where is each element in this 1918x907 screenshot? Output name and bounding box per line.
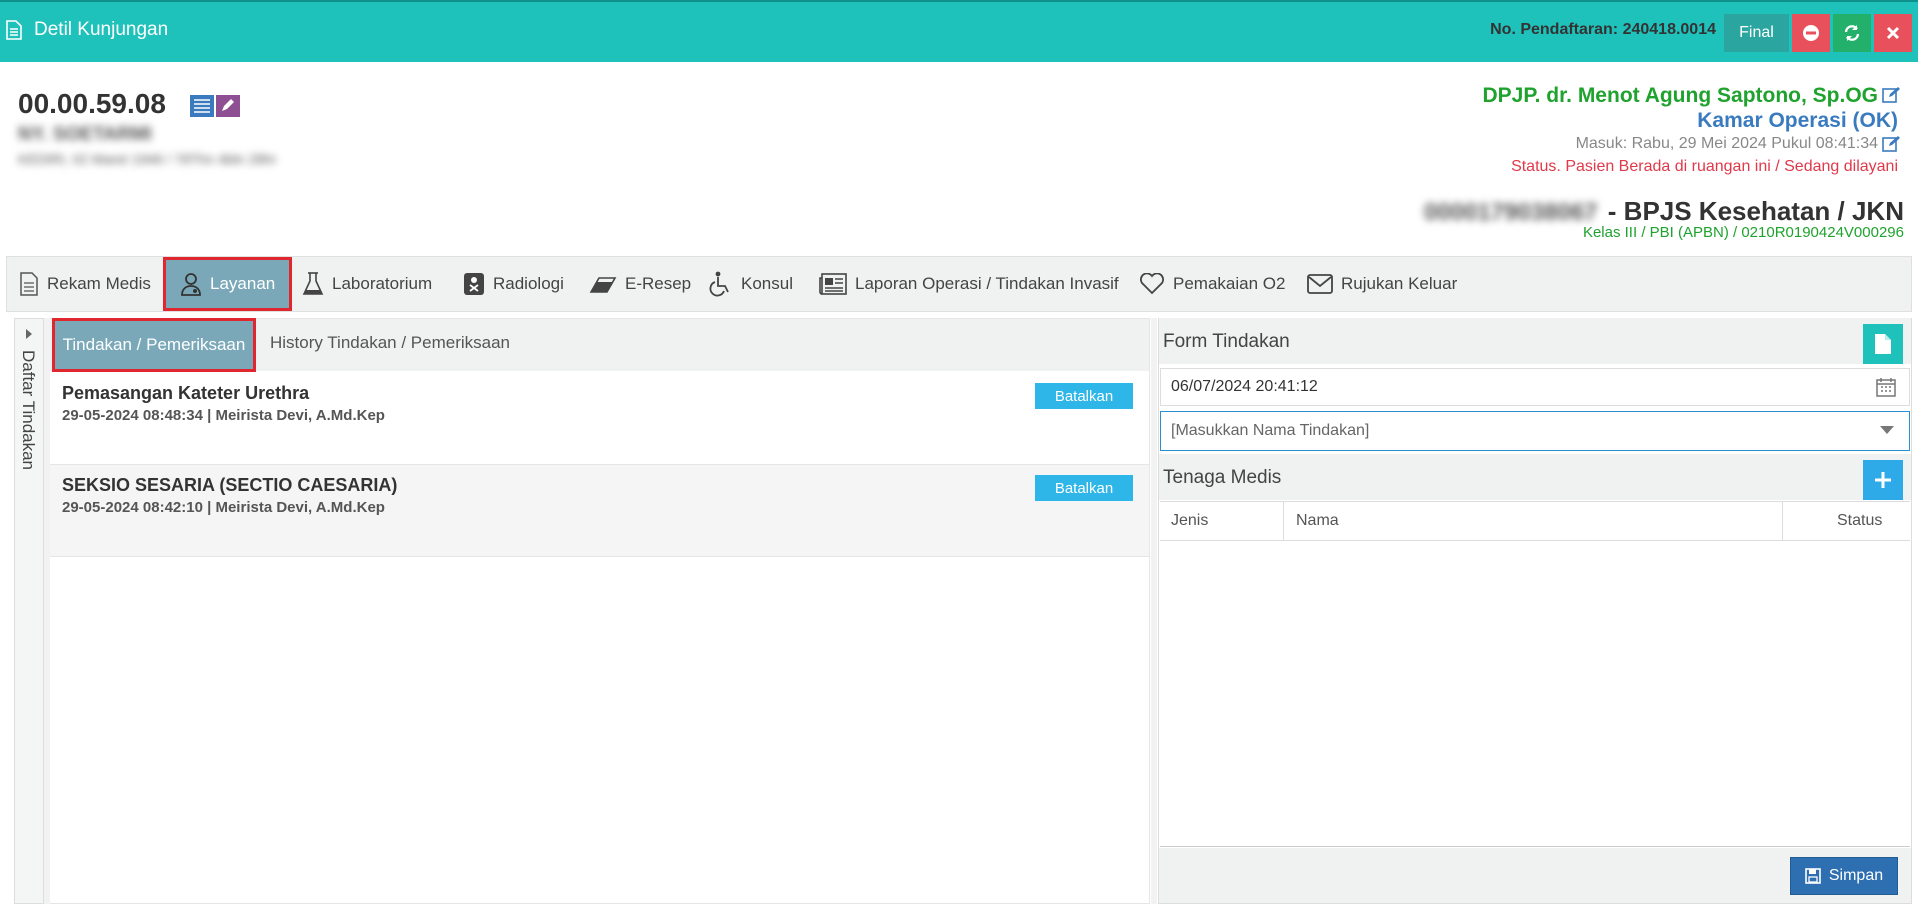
minus-circle-icon [1803,25,1819,41]
datetime-input[interactable]: 06/07/2024 20:41:12 [1160,368,1910,406]
file-icon [20,272,38,296]
cancel-button[interactable]: Batalkan [1035,383,1133,409]
patient-birth-info: KEDIRI, 02 Maret 1946 / 78Thn 4bln 28hr [18,151,277,167]
tab-e-resep[interactable]: E-Resep [589,257,691,311]
tab-label: Laporan Operasi / Tindakan Invasif [855,274,1119,293]
procedure-name: SEKSIO SESARIA (SECTIO CAESARIA) [62,475,398,495]
admission-time: Masuk: Rabu, 29 Mei 2024 Pukul 08:41:34 [1575,135,1878,152]
calendar-icon[interactable] [1876,377,1896,397]
tab-tindakan-pemeriksaan[interactable]: Tindakan / Pemeriksaan [52,318,256,372]
tab-laboratorium[interactable]: Laboratorium [302,257,432,311]
column-divider [1283,502,1284,540]
tab-label: Radiologi [493,274,564,293]
final-button[interactable]: Final [1724,14,1789,52]
procedure-meta: 29-05-2024 08:48:34 | Meirista Devi, A.M… [62,407,385,424]
cancel-button[interactable]: Batalkan [1035,475,1133,501]
procedure-name: Pemasangan Kateter Urethra [62,383,310,403]
medis-title: Tenaga Medis [1163,467,1282,488]
procedure-meta: 29-05-2024 08:42:10 | Meirista Devi, A.M… [62,499,385,516]
medical-record-number: 00.00.59.08 [18,88,166,119]
tab-pemakaian-o2[interactable]: Pemakaian O2 [1139,257,1285,311]
doctor-icon [181,273,201,296]
tab-rujukan-keluar[interactable]: Rujukan Keluar [1307,257,1457,311]
eraser-icon [589,277,617,293]
tab-history-tindakan[interactable]: History Tindakan / Pemeriksaan [270,333,510,353]
list-item: SEKSIO SESARIA (SECTIO CAESARIA) 29-05-2… [49,465,1149,557]
tab-rekam-medis[interactable]: Rekam Medis [19,257,151,311]
tenaga-medis-header: Tenaga Medis [1159,454,1911,500]
column-nama[interactable]: Nama [1296,512,1339,530]
edit-icon[interactable] [1882,135,1902,153]
form-tindakan-header: Form Tindakan [1159,318,1911,364]
center-splitter[interactable] [1151,318,1157,904]
medis-grid-header: Jenis Nama Status [1160,501,1910,541]
tab-label: Pemakaian O2 [1173,274,1286,293]
envelope-icon [1307,274,1333,294]
patient-status: Status. Pasien Berada di ruangan ini / S… [1511,158,1898,175]
tab-label: Rujukan Keluar [1341,274,1458,293]
sidebar-label: Daftar Tindakan [19,350,38,471]
tab-layanan[interactable]: Layanan [163,257,293,311]
tindakan-select[interactable]: [Masukkan Nama Tindakan] [1160,411,1910,451]
tab-label: E-Resep [625,274,692,293]
column-jenis[interactable]: Jenis [1171,512,1208,530]
close-button[interactable] [1874,14,1912,52]
chevron-down-icon[interactable] [1880,426,1894,434]
flask-icon [302,272,324,295]
tab-label: Konsul [741,274,793,293]
tab-label: Layanan [210,274,276,293]
registration-number: No. Pendaftaran: 240418.0014 [1490,21,1716,38]
tab-radiologi[interactable]: Radiologi [463,257,564,311]
tab-label: Laboratorium [332,274,433,293]
left-splitter[interactable] [44,318,50,904]
caret-right-icon[interactable] [24,327,34,341]
class-info: Kelas III / PBI (APBN) / 0210R0190424V00… [1582,224,1904,241]
tab-konsul[interactable]: Konsul [709,257,793,311]
minus-button[interactable] [1792,14,1830,52]
dpjp-doctor: DPJP. dr. Menot Agung Saptono, Sp.OG [1482,84,1878,107]
wheelchair-icon [709,271,729,297]
list-item: Pemasangan Kateter Urethra 29-05-2024 08… [49,373,1149,465]
list-icon[interactable] [190,95,214,117]
refresh-icon [1844,25,1860,41]
document-icon [6,20,22,40]
newspaper-icon [819,273,847,295]
room-name: Kamar Operasi (OK) [1697,109,1898,132]
record-actions [190,95,242,117]
save-button[interactable]: Simpan [1790,857,1898,895]
form-title: Form Tindakan [1163,331,1290,352]
plus-icon [1875,472,1891,488]
medis-grid-body [1160,541,1910,847]
tab-label: Rekam Medis [47,274,151,293]
xray-icon [464,273,484,295]
refresh-button[interactable] [1833,14,1871,52]
new-form-button[interactable] [1863,324,1903,364]
save-label: Simpan [1828,867,1884,884]
window-title: Detil Kunjungan [34,19,169,40]
bpjs-number: 0000179038067 [1424,199,1598,226]
edit-icon[interactable] [216,95,240,117]
insurance-name: - BPJS Kesehatan / JKN [1607,196,1904,226]
column-status[interactable]: Status [1837,512,1882,530]
tab-laporan-operasi[interactable]: Laporan Operasi / Tindakan Invasif [819,257,1119,311]
edit-icon[interactable] [1882,86,1902,104]
save-icon [1805,868,1821,884]
close-icon [1886,26,1900,40]
column-divider [1782,502,1783,540]
file-icon [1875,334,1891,354]
add-medis-button[interactable] [1863,460,1903,500]
main-tabs: Rekam Medis Layanan Laboratorium Radiolo… [6,256,1912,312]
patient-name: NY. SOETARMI [18,124,152,145]
heart-icon [1140,273,1164,295]
